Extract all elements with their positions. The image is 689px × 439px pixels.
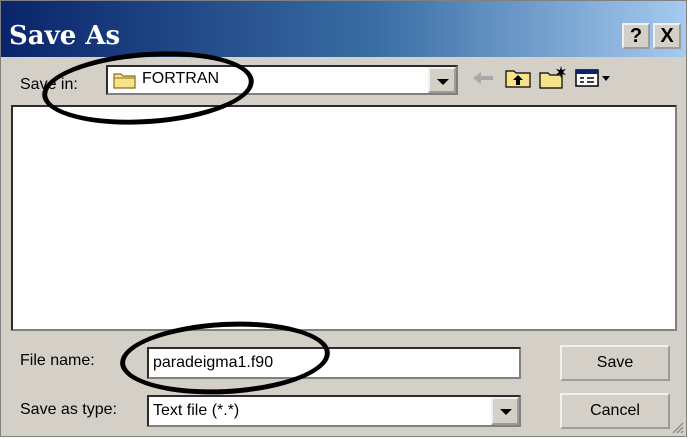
up-folder-icon[interactable] <box>503 65 533 91</box>
save-button[interactable]: Save <box>560 345 670 381</box>
file-name-label: File name: <box>20 352 95 369</box>
help-button[interactable]: ? <box>622 23 650 49</box>
save-in-dropdown-arrow[interactable] <box>428 67 456 93</box>
title-bar[interactable]: Save As ? X <box>1 1 686 57</box>
close-button[interactable]: X <box>653 23 681 49</box>
dialog-title: Save As <box>9 21 121 51</box>
save-as-type-label: Save as type: <box>20 401 117 418</box>
resize-grip-icon[interactable] <box>670 420 684 434</box>
save-as-type-value: Text file (*.*) <box>153 402 240 419</box>
save-as-type-dropdown-arrow[interactable] <box>491 397 519 425</box>
view-menu-icon[interactable] <box>574 65 614 91</box>
new-folder-icon[interactable] <box>538 65 568 91</box>
file-list[interactable] <box>11 105 677 331</box>
cancel-button[interactable]: Cancel <box>560 393 670 429</box>
back-arrow-icon[interactable] <box>468 65 498 91</box>
save-as-type-combo[interactable]: Text file (*.*) <box>147 395 521 427</box>
